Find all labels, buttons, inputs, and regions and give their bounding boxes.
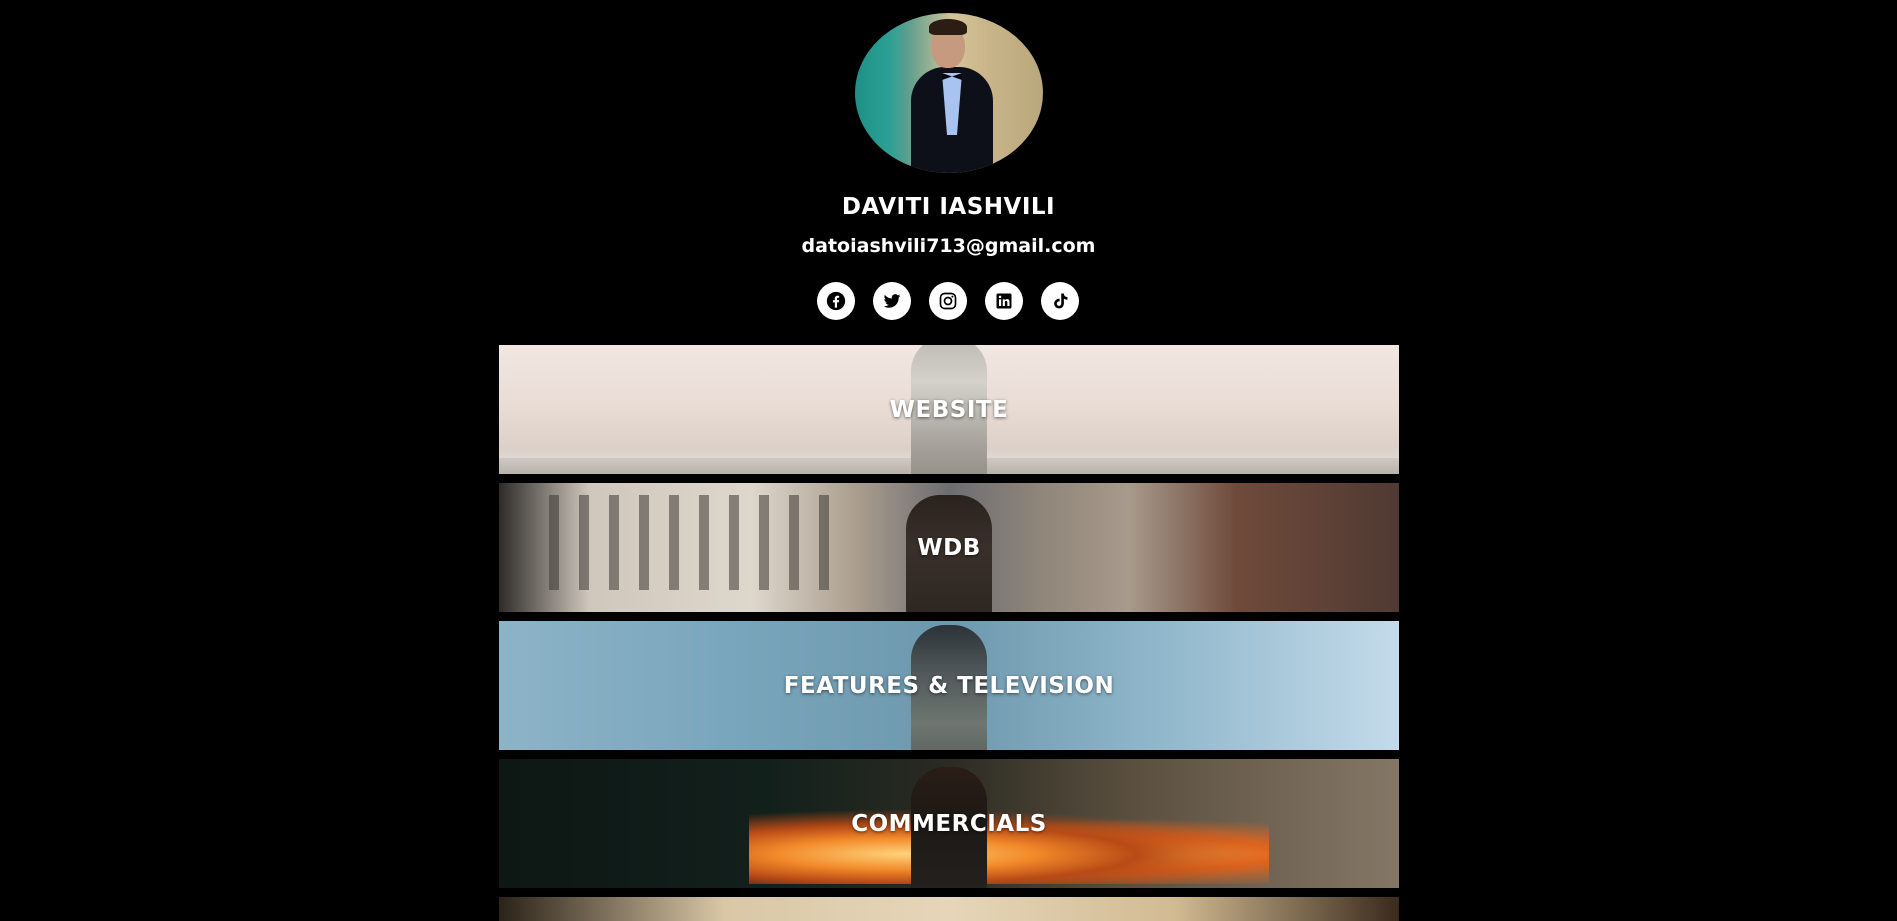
facebook-link[interactable] bbox=[817, 282, 855, 320]
linktree-page: DAVITI IASHVILI datoiashvili713@gmail.co… bbox=[0, 0, 1897, 921]
link-features-label: FEATURES & TELEVISION bbox=[783, 672, 1115, 699]
facebook-icon bbox=[826, 291, 846, 311]
link-commercials[interactable]: COMMERCIALS bbox=[499, 759, 1399, 888]
instagram-link[interactable] bbox=[929, 282, 967, 320]
avatar-hair bbox=[929, 19, 967, 35]
link-website[interactable]: WEBSITE bbox=[499, 345, 1399, 474]
link-website-label: WEBSITE bbox=[889, 396, 1009, 423]
link-wdb[interactable]: WDB bbox=[499, 483, 1399, 612]
profile-email: datoiashvili713@gmail.com bbox=[801, 235, 1096, 257]
linkedin-icon bbox=[996, 293, 1012, 309]
linkedin-link[interactable] bbox=[985, 282, 1023, 320]
link-partial-label bbox=[499, 897, 1399, 921]
link-features-television[interactable]: FEATURES & TELEVISION bbox=[499, 621, 1399, 750]
link-commercials-label: COMMERCIALS bbox=[851, 810, 1047, 837]
social-icons bbox=[817, 282, 1079, 320]
twitter-icon bbox=[883, 294, 901, 308]
twitter-link[interactable] bbox=[873, 282, 911, 320]
tiktok-icon bbox=[1054, 293, 1068, 309]
profile-name: DAVITI IASHVILI bbox=[841, 194, 1056, 220]
tiktok-link[interactable] bbox=[1041, 282, 1079, 320]
link-list: WEBSITE WDB FEATURES & TELEVISION COMMER… bbox=[499, 345, 1399, 921]
instagram-icon bbox=[939, 292, 957, 310]
link-partial[interactable] bbox=[499, 897, 1399, 921]
link-wdb-label: WDB bbox=[917, 534, 981, 561]
profile-avatar bbox=[855, 13, 1043, 173]
